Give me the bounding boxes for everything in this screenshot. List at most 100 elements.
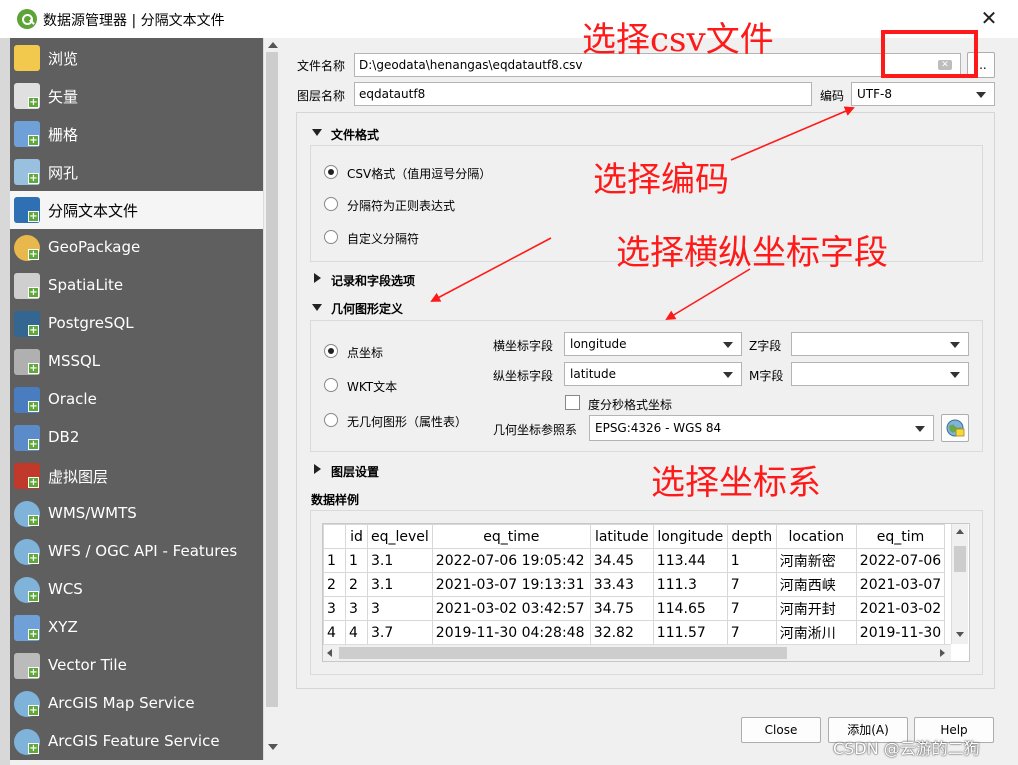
record-options-title[interactable]: 记录和字段选项	[331, 272, 415, 289]
sidebar-item[interactable]: + SpatiaLite	[10, 267, 263, 305]
sidebar-scrollbar[interactable]	[263, 38, 280, 760]
sidebar-item[interactable]: 浏览	[10, 39, 263, 77]
scroll-up-icon[interactable]	[268, 42, 278, 48]
sidebar-item[interactable]: + PostgreSQL	[10, 305, 263, 343]
encoding-select[interactable]: UTF-8	[851, 82, 995, 106]
column-header[interactable]: location	[775, 524, 857, 549]
table-cell: 3.1	[367, 548, 433, 573]
y-field-select[interactable]: latitude	[564, 362, 742, 386]
plus-icon: +	[28, 211, 39, 222]
scroll-down-icon[interactable]	[956, 632, 964, 637]
sidebar-item-label: 分隔文本文件	[48, 202, 139, 220]
plus-icon: +	[28, 477, 39, 488]
plus-icon: +	[28, 287, 39, 298]
column-header[interactable]: longitude	[652, 524, 728, 549]
sidebar-item[interactable]: + WCS	[10, 571, 263, 609]
column-header[interactable]: eq_tim	[855, 524, 946, 549]
sidebar-item[interactable]: + 分隔文本文件	[10, 191, 263, 229]
radio-regex[interactable]	[324, 197, 338, 211]
column-header[interactable]: eq_time	[431, 524, 591, 549]
sidebar-item-label: Oracle	[48, 390, 97, 408]
sidebar-item-label: MSSQL	[48, 352, 101, 370]
sidebar-item[interactable]: + 矢量	[10, 77, 263, 115]
option-no-geometry-label[interactable]: 无几何图形（属性表）	[347, 413, 467, 430]
table-row[interactable]: 3 3 3 2021-03-02 03:42:57 34.75 114.65 7 河南开封 20…	[323, 596, 946, 621]
radio-no-geometry[interactable]	[324, 413, 338, 427]
close-icon[interactable]: ✕	[978, 7, 1000, 29]
scroll-down-icon[interactable]	[268, 744, 278, 750]
table-row[interactable]: 4 4 3.7 2019-11-30 04:28:48 32.82 111.57 7 河南淅川…	[323, 620, 946, 645]
dms-checkbox[interactable]	[565, 395, 580, 410]
option-regex-label[interactable]: 分隔符为正则表达式	[347, 197, 455, 214]
scroll-thumb[interactable]	[266, 52, 278, 707]
scroll-left-icon[interactable]	[327, 649, 332, 657]
radio-csv[interactable]	[324, 165, 338, 179]
close-button[interactable]: Close	[741, 717, 821, 743]
table-cell: 2022-07-06	[855, 548, 946, 573]
sidebar-item[interactable]: + ArcGIS Feature Service	[10, 723, 263, 760]
crs-value: EPSG:4326 - WGS 84	[595, 421, 722, 435]
option-csv-label[interactable]: CSV格式（值用逗号分隔）	[347, 165, 491, 182]
scroll-thumb[interactable]	[339, 647, 787, 659]
scroll-up-icon[interactable]	[956, 529, 964, 534]
sidebar-item[interactable]: + WFS / OGC API - Features	[10, 533, 263, 571]
sidebar-item[interactable]: + MSSQL	[10, 343, 263, 381]
column-header[interactable]: id	[345, 524, 368, 549]
sidebar-item[interactable]: + Oracle	[10, 381, 263, 419]
expand-icon[interactable]	[314, 464, 321, 474]
layer-name-input[interactable]: eqdatautf8	[354, 82, 812, 106]
z-field-select[interactable]	[791, 332, 969, 356]
table-row[interactable]: 2 2 3.1 2021-03-07 19:13:31 33.43 111.3 7 河南西峡 2…	[323, 572, 946, 597]
collapse-icon[interactable]	[312, 129, 322, 136]
sidebar-item[interactable]: + XYZ	[10, 609, 263, 647]
table-horizontal-scrollbar[interactable]	[323, 644, 951, 661]
radio-point[interactable]	[324, 344, 338, 358]
table-row[interactable]: 1 1 3.1 2022-07-06 19:05:42 34.45 113.44 1 河南新密…	[323, 548, 946, 573]
sidebar-item-label: 浏览	[48, 50, 79, 68]
row-number: 1	[323, 548, 346, 573]
scroll-right-icon[interactable]	[940, 649, 945, 657]
sidebar-item-label: WFS / OGC API - Features	[48, 542, 238, 560]
file-format-title[interactable]: 文件格式	[331, 126, 379, 143]
chevron-down-icon	[976, 92, 986, 98]
table-cell: 2	[345, 572, 368, 597]
sidebar-item-label: XYZ	[48, 618, 78, 636]
sidebar-item-label: 网孔	[48, 164, 79, 182]
column-header[interactable]: latitude	[589, 524, 654, 549]
sidebar-item[interactable]: + Vector Tile	[10, 647, 263, 685]
row-number: 4	[323, 620, 346, 645]
collapse-icon[interactable]	[312, 304, 322, 311]
option-point-label[interactable]: 点坐标	[347, 344, 383, 361]
option-custom-label[interactable]: 自定义分隔符	[347, 230, 419, 247]
m-field-select[interactable]	[791, 362, 969, 386]
sidebar-item[interactable]: + 栅格	[10, 115, 263, 153]
chevron-down-icon	[723, 372, 733, 378]
sidebar-item[interactable]: + GeoPackage	[10, 229, 263, 267]
geometry-title[interactable]: 几何图形定义	[331, 300, 403, 317]
sidebar-item[interactable]: + 虚拟图层	[10, 457, 263, 495]
table-vertical-scrollbar[interactable]	[951, 524, 968, 644]
x-field-select[interactable]: longitude	[564, 332, 742, 356]
scroll-thumb[interactable]	[954, 546, 966, 572]
column-header[interactable]: eq_level	[367, 524, 433, 549]
sidebar-item[interactable]: + WMS/WMTS	[10, 495, 263, 533]
expand-icon[interactable]	[314, 273, 321, 283]
sidebar-item[interactable]: + DB2	[10, 419, 263, 457]
watermark: CSDN @云游的二狗	[833, 739, 980, 758]
crs-selector-button[interactable]	[941, 414, 969, 442]
table-cell: 河南开封	[775, 596, 857, 621]
table-cell: 7	[726, 572, 777, 597]
x-field-label: 横坐标字段	[493, 339, 554, 353]
option-wkt-label[interactable]: WKT文本	[347, 378, 397, 395]
crs-select[interactable]: EPSG:4326 - WGS 84	[589, 415, 934, 441]
radio-custom[interactable]	[324, 230, 338, 244]
radio-wkt[interactable]	[324, 378, 338, 392]
sidebar: 浏览 + 矢量 + 栅格 + 网孔 + 分隔文本文件 + GeoPackage + SpatiaLite…	[10, 38, 263, 760]
plus-icon: +	[28, 325, 39, 336]
sidebar-item[interactable]: + 网孔	[10, 153, 263, 191]
dms-label[interactable]: 度分秒格式坐标	[588, 396, 672, 413]
layer-settings-title[interactable]: 图层设置	[331, 463, 379, 480]
sidebar-item[interactable]: + ArcGIS Map Service	[10, 685, 263, 723]
column-header[interactable]: depth	[726, 524, 777, 549]
sidebar-item-label: ArcGIS Map Service	[48, 694, 195, 712]
